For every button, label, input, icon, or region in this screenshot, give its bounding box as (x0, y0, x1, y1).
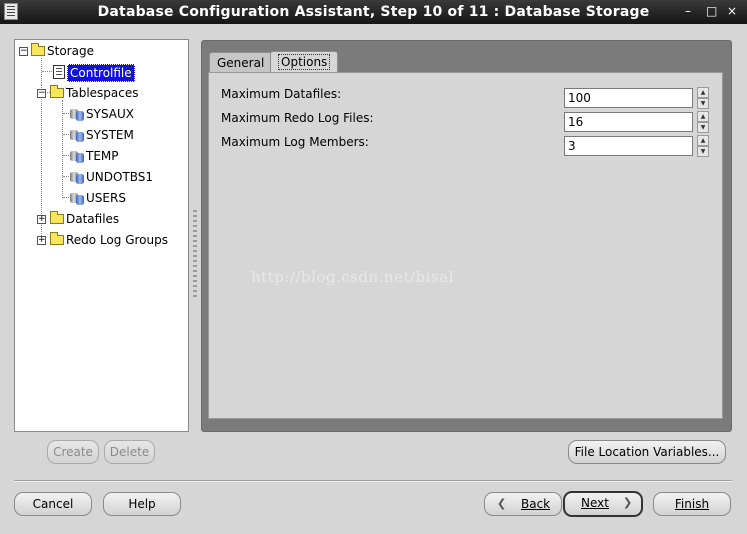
storage-tree[interactable]: − Storage Controlfile − Tablespaces SYSA… (14, 39, 189, 432)
tree-label-tablespaces: Tablespaces (66, 86, 139, 100)
max-datafiles-input[interactable]: 100 (564, 88, 693, 108)
spin-down-icon[interactable]: ▼ (697, 98, 709, 109)
spin-down-icon[interactable]: ▼ (697, 146, 709, 157)
tree-label-tablespace: SYSTEM (86, 128, 134, 142)
close-button[interactable]: × (727, 3, 737, 19)
max-datafiles-label: Maximum Datafiles: (221, 87, 342, 101)
splitter-handle[interactable] (193, 210, 197, 300)
help-button[interactable]: Help (103, 492, 181, 516)
max-log-members-label: Maximum Log Members: (221, 135, 369, 149)
tree-label-tablespace: USERS (86, 191, 126, 205)
tablespace-icon (70, 170, 84, 184)
tab-general[interactable]: General (209, 52, 273, 72)
watermark: http://blog.csdn.net/bisal (251, 268, 454, 286)
tablespace-icon (70, 149, 84, 163)
tree-label-datafiles: Datafiles (66, 212, 120, 226)
max-redo-log-files-spinner[interactable]: ▲ ▼ (697, 111, 709, 133)
spin-up-icon[interactable]: ▲ (697, 111, 709, 122)
tree-label-tablespace: UNDOTBS1 (86, 170, 154, 184)
back-button-label: Back (521, 497, 551, 511)
file-location-variables-button[interactable]: File Location Variables... (568, 440, 726, 464)
tab-general-label: General (217, 56, 265, 70)
spin-up-icon[interactable]: ▲ (697, 87, 709, 98)
window-title: Database Configuration Assistant, Step 1… (97, 4, 650, 20)
tablespace-icon (70, 128, 84, 142)
delete-button-label: Delete (109, 445, 150, 459)
separator (14, 480, 732, 482)
cancel-button[interactable]: Cancel (14, 492, 92, 516)
next-button-label: Next (581, 496, 609, 510)
tab-options-label: Options (278, 54, 331, 70)
collapse-icon[interactable]: − (19, 47, 28, 56)
next-button[interactable]: Next ❯ (563, 491, 643, 517)
folder-icon (50, 232, 64, 245)
finish-button[interactable]: Finish (653, 492, 731, 516)
tree-label-redo-log-groups: Redo Log Groups (66, 233, 168, 247)
help-button-label: Help (128, 497, 156, 511)
maximize-button[interactable]: □ (706, 3, 717, 19)
create-button[interactable]: Create (47, 440, 99, 464)
next-arrow-icon: ❯ (623, 496, 633, 509)
cancel-button-label: Cancel (32, 497, 74, 511)
finish-button-label: Finish (674, 497, 710, 511)
tablespace-icon (70, 191, 84, 205)
folder-icon (50, 85, 64, 98)
tree-label-storage: Storage (47, 44, 94, 58)
minimize-button[interactable]: – (685, 3, 691, 19)
create-button-label: Create (53, 445, 93, 459)
folder-icon (31, 43, 45, 56)
max-datafiles-spinner[interactable]: ▲ ▼ (697, 87, 709, 109)
expand-icon[interactable]: + (37, 236, 46, 245)
max-redo-log-files-input[interactable]: 16 (564, 112, 693, 132)
controlfile-icon (53, 65, 65, 79)
tree-label-tablespace: SYSAUX (86, 107, 134, 121)
back-button[interactable]: ❮ Back (484, 492, 562, 516)
tree-label-controlfile: Controlfile (67, 64, 135, 82)
max-redo-log-files-label: Maximum Redo Log Files: (221, 111, 374, 125)
collapse-icon[interactable]: − (37, 89, 46, 98)
max-log-members-input[interactable]: 3 (564, 136, 693, 156)
folder-icon (50, 211, 64, 224)
tree-label-tablespace: TEMP (86, 149, 119, 163)
tab-options[interactable]: Options (270, 51, 339, 73)
spin-up-icon[interactable]: ▲ (697, 135, 709, 146)
spin-down-icon[interactable]: ▼ (697, 122, 709, 133)
file-location-variables-label: File Location Variables... (574, 445, 720, 459)
max-log-members-spinner[interactable]: ▲ ▼ (697, 135, 709, 157)
title-bar: Database Configuration Assistant, Step 1… (0, 0, 747, 24)
back-arrow-icon: ❮ (497, 497, 507, 510)
tablespace-icon (70, 107, 84, 121)
expand-icon[interactable]: + (37, 215, 46, 224)
delete-button[interactable]: Delete (104, 440, 155, 464)
